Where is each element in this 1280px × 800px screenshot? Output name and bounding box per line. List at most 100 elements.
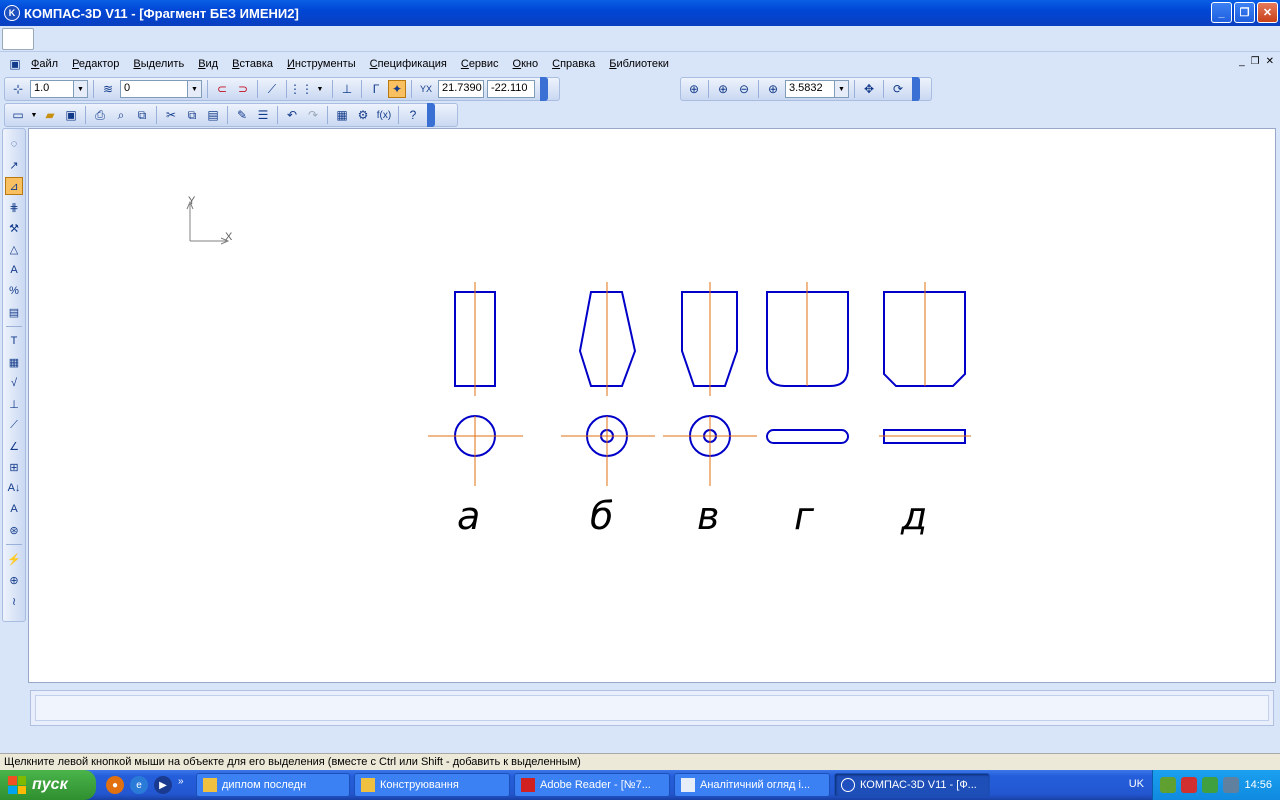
task-adobe-reader[interactable]: Adobe Reader - [№7... [514, 773, 670, 797]
minimize-button[interactable]: _ [1211, 2, 1232, 23]
toolbar-options-icon[interactable] [540, 77, 548, 101]
center-mark-icon[interactable]: ⊕ [5, 571, 23, 589]
menu-specification[interactable]: Спецификация [363, 58, 454, 70]
figure-v[interactable] [663, 282, 757, 486]
y-coordinate-field[interactable]: -22.110 [487, 80, 535, 98]
command-grip-button[interactable] [2, 28, 34, 50]
roughness-icon[interactable]: √ [5, 374, 23, 392]
start-button[interactable]: пуск [0, 770, 96, 800]
variables-icon[interactable]: f(x) [375, 106, 393, 124]
text-icon[interactable]: T [5, 332, 23, 350]
table-icon[interactable]: ▦ [5, 353, 23, 371]
layer-combo[interactable]: 0 ▼ [120, 80, 202, 98]
zoom-out-icon[interactable]: ⊖ [735, 80, 753, 98]
mark-icon[interactable]: ⊛ [5, 521, 23, 539]
task-diploma[interactable]: диплом последн [196, 773, 350, 797]
mdi-minimize-icon[interactable]: _ [1239, 56, 1245, 67]
mdi-close-icon[interactable]: ✕ [1266, 56, 1274, 67]
menu-help[interactable]: Справка [545, 58, 602, 70]
drawing-canvas[interactable]: Y X а б в г д [28, 128, 1276, 683]
local-snap-icon[interactable]: ⊃ [234, 80, 252, 98]
dimensions-icon[interactable]: ↗ [5, 156, 23, 174]
geometry-icon[interactable]: ◌ [5, 135, 23, 153]
close-button[interactable]: ✕ [1257, 2, 1278, 23]
chevron-down-icon[interactable]: ▼ [313, 80, 327, 98]
symbols-icon[interactable]: ⊿ [5, 177, 23, 195]
copy-properties-icon[interactable]: ✎ [233, 106, 251, 124]
menu-service[interactable]: Сервис [454, 58, 506, 70]
menu-file[interactable]: Файл [24, 58, 65, 70]
spec-icon[interactable]: % [5, 282, 23, 300]
zoom-window-icon[interactable]: ⊕ [685, 80, 703, 98]
menu-libraries[interactable]: Библиотеки [602, 58, 676, 70]
mdi-restore-icon[interactable]: ❐ [1251, 56, 1260, 67]
x-coordinate-field[interactable]: 21.7390 [438, 80, 484, 98]
ortho-icon[interactable]: ⟋ [263, 80, 281, 98]
toolbar-options-icon[interactable] [427, 103, 435, 127]
firefox-icon[interactable]: ● [106, 776, 124, 794]
select-icon[interactable]: A [5, 261, 23, 279]
refresh-view-icon[interactable]: ⟳ [889, 80, 907, 98]
zoom-in-icon[interactable]: ⊕ [714, 80, 732, 98]
copy-icon[interactable]: ⧉ [183, 106, 201, 124]
figure-g-top[interactable] [766, 429, 849, 444]
figure-g[interactable] [766, 282, 849, 444]
properties-icon[interactable]: ☰ [254, 106, 272, 124]
save-icon[interactable]: ▣ [62, 106, 80, 124]
print-preview-icon[interactable]: ⌕ [112, 106, 130, 124]
manager-icon[interactable]: ▦ [333, 106, 351, 124]
edit-icon[interactable]: ⋕ [5, 198, 23, 216]
menu-view[interactable]: Вид [191, 58, 225, 70]
chevron-down-icon[interactable]: ▼ [835, 80, 849, 98]
step-cursor-icon[interactable]: ⊹ [9, 80, 27, 98]
task-kompas[interactable]: КОМПАС-3D V11 - [Ф... [834, 773, 990, 797]
zoom-field[interactable]: 3.5832 [785, 80, 835, 98]
quick-launch-more-icon[interactable]: » [178, 776, 184, 794]
menu-editor[interactable]: Редактор [65, 58, 126, 70]
pan-icon[interactable]: ✥ [860, 80, 878, 98]
round-icon[interactable]: Γ [367, 80, 385, 98]
menu-window[interactable]: Окно [506, 58, 546, 70]
chevron-down-icon[interactable]: ▼ [188, 80, 202, 98]
position-leader-icon[interactable]: ∠ [5, 437, 23, 455]
menu-select[interactable]: Выделить [126, 58, 191, 70]
media-player-icon[interactable]: ▶ [154, 776, 172, 794]
menu-insert[interactable]: Вставка [225, 58, 280, 70]
open-folder-icon[interactable]: ▰ [41, 106, 59, 124]
toolbar-options-icon[interactable] [912, 77, 920, 101]
step-combo[interactable]: 1.0 ▼ [30, 80, 88, 98]
figure-d[interactable] [879, 282, 971, 444]
document-menu-icon[interactable]: ▣ [6, 55, 24, 73]
restore-button[interactable]: ❐ [1234, 2, 1255, 23]
base-icon[interactable]: ⊥ [5, 395, 23, 413]
step-field[interactable]: 1.0 [30, 80, 74, 98]
grid-icon[interactable]: ⋮⋮ [289, 80, 313, 98]
zoom-combo[interactable]: 3.5832 ▼ [785, 80, 849, 98]
view-arrow-icon[interactable]: A↓ [5, 479, 23, 497]
network-icon[interactable] [1160, 777, 1177, 793]
parametrization-icon[interactable]: ⚒ [5, 219, 23, 237]
reports-icon[interactable]: ▤ [5, 303, 23, 321]
local-cs-icon[interactable]: ⊥ [338, 80, 356, 98]
language-indicator[interactable]: UK [1129, 778, 1144, 790]
magnet-snap-icon[interactable]: ⊂ [213, 80, 231, 98]
export-icon[interactable]: ⧉ [133, 106, 151, 124]
chevron-down-icon[interactable]: ▼ [74, 80, 88, 98]
leader-icon[interactable]: ⟋ [5, 416, 23, 434]
new-document-icon[interactable]: ▭ [9, 106, 27, 124]
chevron-down-icon[interactable]: ▼ [30, 106, 38, 124]
layer-field[interactable]: 0 [120, 80, 188, 98]
internet-explorer-icon[interactable]: e [130, 776, 148, 794]
lightning-icon[interactable]: ⚡ [5, 550, 23, 568]
section-line-icon[interactable]: A [5, 500, 23, 518]
library-manager-icon[interactable]: ⚙ [354, 106, 372, 124]
puzzle-icon[interactable] [1202, 777, 1219, 793]
task-analitychnyi[interactable]: Аналітичний огляд і... [674, 773, 830, 797]
figure-b[interactable] [561, 282, 655, 486]
wave-line-icon[interactable]: ≀ [5, 592, 23, 610]
cut-icon[interactable]: ✂ [162, 106, 180, 124]
task-konstruyuvannya[interactable]: Конструювання [354, 773, 510, 797]
security-icon[interactable] [1181, 777, 1198, 793]
tolerance-icon[interactable]: ⊞ [5, 458, 23, 476]
menu-tools[interactable]: Инструменты [280, 58, 363, 70]
